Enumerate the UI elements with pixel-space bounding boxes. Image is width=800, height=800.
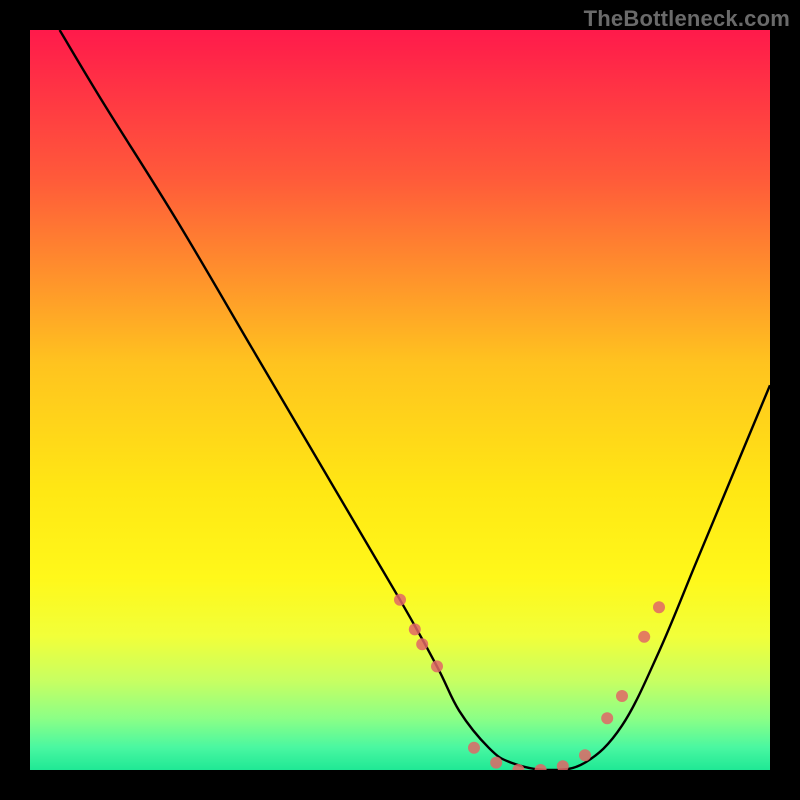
marker-point [394,594,406,606]
marker-point [616,690,628,702]
marker-point [653,601,665,613]
marker-point [468,742,480,754]
chart-svg [30,30,770,770]
watermark-text: TheBottleneck.com [584,6,790,32]
plot-area [30,30,770,770]
marker-point [416,638,428,650]
marker-point [490,757,502,769]
marker-point [638,631,650,643]
marker-point [409,623,421,635]
marker-point [579,749,591,761]
marker-point [601,712,613,724]
gradient-background [30,30,770,770]
chart-frame: TheBottleneck.com [0,0,800,800]
marker-point [431,660,443,672]
